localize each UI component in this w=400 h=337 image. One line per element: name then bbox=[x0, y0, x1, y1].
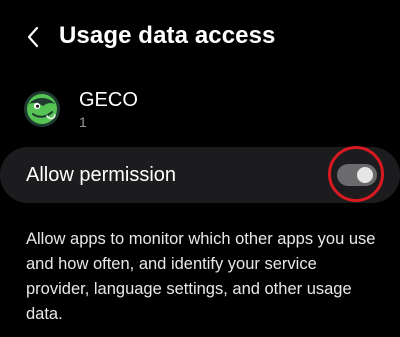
allow-permission-label: Allow permission bbox=[26, 164, 177, 186]
app-info-row: GECO 1 bbox=[0, 80, 400, 136]
highlight-circle-annotation bbox=[328, 146, 384, 202]
app-subtitle: 1 bbox=[79, 114, 87, 130]
permission-description: Allow apps to monitor which other apps y… bbox=[26, 230, 376, 323]
top-app-bar: Usage data access bbox=[0, 0, 400, 72]
geco-gecko-icon bbox=[23, 90, 61, 128]
back-button[interactable] bbox=[18, 22, 48, 52]
chevron-left-icon bbox=[27, 26, 39, 48]
page-title: Usage data access bbox=[59, 22, 276, 49]
app-name: GECO bbox=[79, 89, 138, 111]
